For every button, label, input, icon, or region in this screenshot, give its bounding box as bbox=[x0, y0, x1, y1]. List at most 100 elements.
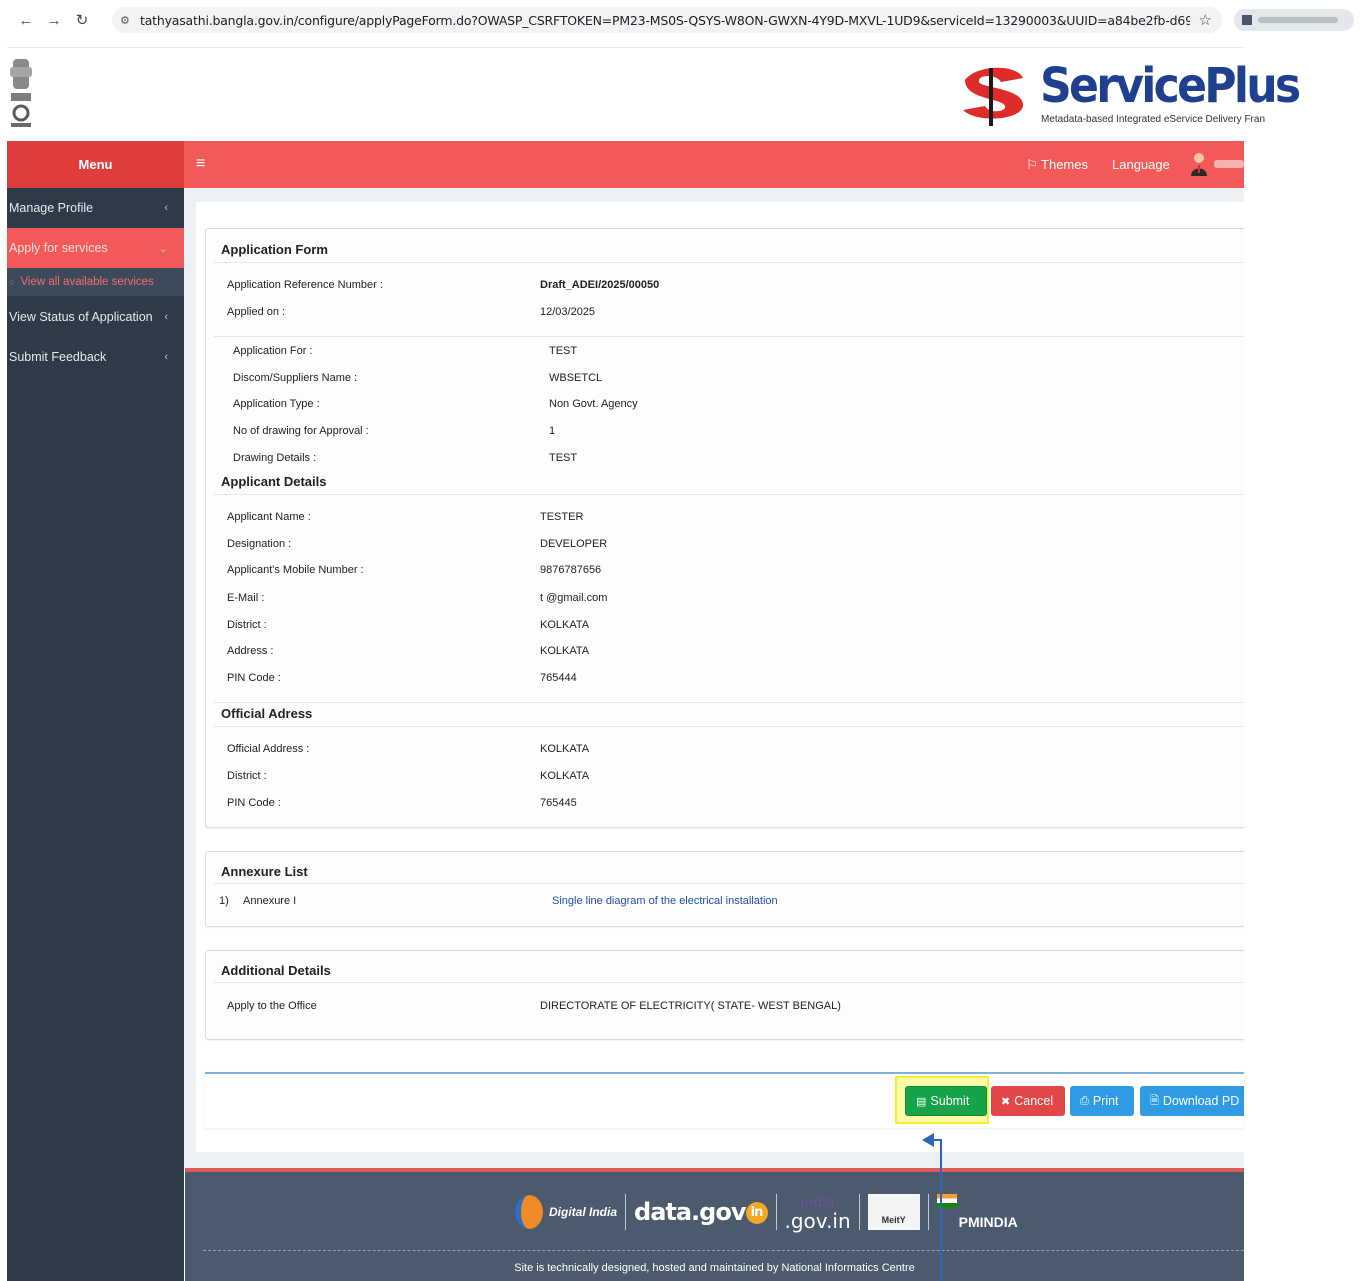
application-form-title: Application Form bbox=[221, 242, 328, 257]
field-value: DEVELOPER bbox=[540, 538, 608, 550]
india-gov-label: .gov.in bbox=[784, 1209, 851, 1233]
sidebar: Manage Profile ‹ Apply for services ⌄ ○ … bbox=[7, 188, 184, 1281]
close-circle-icon: ✖ bbox=[1001, 1095, 1011, 1108]
divider bbox=[775, 1194, 777, 1230]
app-header: ServicePlus Metadata-based Integrated eS… bbox=[7, 47, 1301, 141]
forward-icon[interactable]: → bbox=[40, 6, 68, 34]
download-pdf-button[interactable]: 🗎 Download PD bbox=[1140, 1086, 1244, 1116]
save-icon: ▤ bbox=[916, 1095, 927, 1108]
field-label: PIN Code : bbox=[227, 797, 281, 809]
field-value: t @gmail.com bbox=[540, 592, 608, 604]
field-label: District : bbox=[227, 770, 267, 782]
field-value: KOLKATA bbox=[540, 770, 590, 782]
digital-india-label: Digital India bbox=[549, 1205, 618, 1219]
field-label: Application Type : bbox=[233, 398, 320, 410]
page-footer: Digital India data.gov in india .gov.in Me… bbox=[185, 1168, 1244, 1281]
divider bbox=[214, 883, 1244, 884]
chevron-left-icon: ‹ bbox=[164, 351, 168, 363]
sidebar-item-apply-for-services[interactable]: Apply for services ⌄ bbox=[7, 228, 184, 268]
field-label: Official Address : bbox=[227, 743, 310, 755]
themes-label: Themes bbox=[1041, 157, 1088, 172]
meity-logo[interactable]: MeitY bbox=[867, 1194, 920, 1230]
browser-profile-chip[interactable] bbox=[1234, 9, 1354, 31]
divider bbox=[214, 262, 1244, 263]
additional-details-panel bbox=[205, 950, 1244, 1040]
applied-on-value: 12/03/2025 bbox=[540, 306, 596, 318]
top-navbar: ≡ ⚐ Themes Language bbox=[184, 141, 1244, 188]
sidebar-subitem-view-all-services[interactable]: ○ View all available services bbox=[7, 268, 184, 296]
field-label: No of drawing for Approval : bbox=[233, 425, 369, 437]
application-form-panel bbox=[205, 228, 1244, 828]
sidebar-subitem-label: View all available services bbox=[20, 276, 154, 288]
brand-title: ServicePlus bbox=[1040, 58, 1301, 114]
field-value: KOLKATA bbox=[540, 743, 590, 755]
chevron-left-icon: ‹ bbox=[164, 202, 168, 214]
field-label: Applicant Name : bbox=[227, 511, 311, 523]
applicant-details-title: Applicant Details bbox=[221, 474, 327, 489]
annexure-panel bbox=[205, 851, 1244, 927]
sidebar-item-view-status[interactable]: View Status of Application ‹ bbox=[7, 297, 184, 337]
sidebar-item-label: Apply for services bbox=[9, 241, 108, 255]
divider bbox=[927, 1194, 929, 1230]
additional-details-title: Additional Details bbox=[221, 963, 331, 978]
divider bbox=[214, 726, 1244, 727]
hamburger-menu-icon[interactable]: ≡ bbox=[196, 155, 205, 173]
print-button[interactable]: ⎙ Print bbox=[1070, 1086, 1134, 1116]
divider bbox=[625, 1194, 627, 1230]
applied-on-label: Applied on : bbox=[227, 306, 286, 318]
themes-button[interactable]: ⚐ Themes bbox=[1026, 157, 1088, 173]
field-label: Application For : bbox=[233, 345, 313, 357]
field-value: 1 bbox=[549, 425, 556, 437]
flag-icon: ⚐ bbox=[1026, 157, 1042, 172]
field-value: TEST bbox=[549, 452, 578, 464]
data-gov-label: data.gov bbox=[634, 1198, 746, 1226]
national-emblem-icon bbox=[10, 59, 32, 127]
annexure-document-link[interactable]: Single line diagram of the electrical in… bbox=[552, 895, 778, 907]
bookmark-star-icon[interactable]: ☆ bbox=[1199, 11, 1212, 29]
site-settings-icon[interactable]: ⚙ bbox=[120, 14, 140, 27]
india-gov-logo[interactable]: india .gov.in bbox=[784, 1194, 851, 1233]
official-address-title: Official Adress bbox=[221, 706, 313, 721]
field-label: Applicant's Mobile Number : bbox=[227, 564, 364, 576]
back-icon[interactable]: ← bbox=[12, 6, 40, 34]
ref-number-label: Application Reference Number : bbox=[227, 279, 383, 291]
annotation-arrow-head bbox=[922, 1133, 934, 1147]
reload-icon[interactable]: ↻ bbox=[68, 6, 96, 34]
chevron-down-icon: ⌄ bbox=[158, 242, 168, 255]
field-value: KOLKATA bbox=[540, 619, 590, 631]
annexure-name: Annexure I bbox=[243, 895, 297, 907]
divider bbox=[214, 494, 1244, 495]
field-value: Non Govt. Agency bbox=[549, 398, 638, 410]
language-button[interactable]: Language bbox=[1112, 157, 1170, 172]
field-label: Drawing Details : bbox=[233, 452, 317, 464]
divider bbox=[214, 982, 1244, 983]
print-icon: ⎙ bbox=[1080, 1094, 1089, 1107]
divider bbox=[214, 702, 1244, 703]
field-label: PIN Code : bbox=[227, 672, 281, 684]
sidebar-item-label: Submit Feedback bbox=[9, 350, 107, 364]
sidebar-item-manage-profile[interactable]: Manage Profile ‹ bbox=[7, 188, 184, 228]
user-avatar-icon[interactable] bbox=[1190, 152, 1208, 176]
field-value: 765444 bbox=[540, 672, 577, 684]
field-value: 9876787656 bbox=[540, 564, 602, 576]
submit-label: Submit bbox=[930, 1094, 970, 1108]
username-redacted[interactable] bbox=[1214, 160, 1244, 168]
pmindia-logo[interactable]: PMINDIA bbox=[936, 1194, 1018, 1230]
annexure-list-title: Annexure List bbox=[221, 864, 308, 879]
sidebar-item-submit-feedback[interactable]: Submit Feedback ‹ bbox=[7, 337, 184, 377]
field-label: E-Mail : bbox=[227, 592, 265, 604]
sidebar-item-label: Manage Profile bbox=[9, 201, 94, 215]
field-label: Apply to the Office bbox=[227, 1000, 317, 1012]
digital-india-logo[interactable]: Digital India bbox=[515, 1195, 617, 1229]
url-text[interactable]: tathyasathi.bangla.gov.in/configure/appl… bbox=[140, 13, 1190, 28]
menu-heading: Menu bbox=[7, 141, 184, 188]
browser-toolbar: ← → ↻ ⚙ tathyasathi.bangla.gov.in/config… bbox=[0, 0, 1368, 40]
submit-button[interactable]: ▤ Submit bbox=[905, 1086, 987, 1116]
field-label: Discom/Suppliers Name : bbox=[233, 372, 358, 384]
data-gov-logo[interactable]: data.gov in bbox=[634, 1198, 768, 1226]
address-bar[interactable]: ⚙ tathyasathi.bangla.gov.in/configure/ap… bbox=[112, 7, 1222, 33]
ref-number-value: Draft_ADEI/2025/00050 bbox=[540, 279, 660, 291]
brand-tagline: Metadata-based Integrated eService Deliv… bbox=[1041, 114, 1266, 125]
annexure-index: 1) bbox=[219, 895, 229, 907]
cancel-button[interactable]: ✖ Cancel bbox=[991, 1086, 1065, 1116]
